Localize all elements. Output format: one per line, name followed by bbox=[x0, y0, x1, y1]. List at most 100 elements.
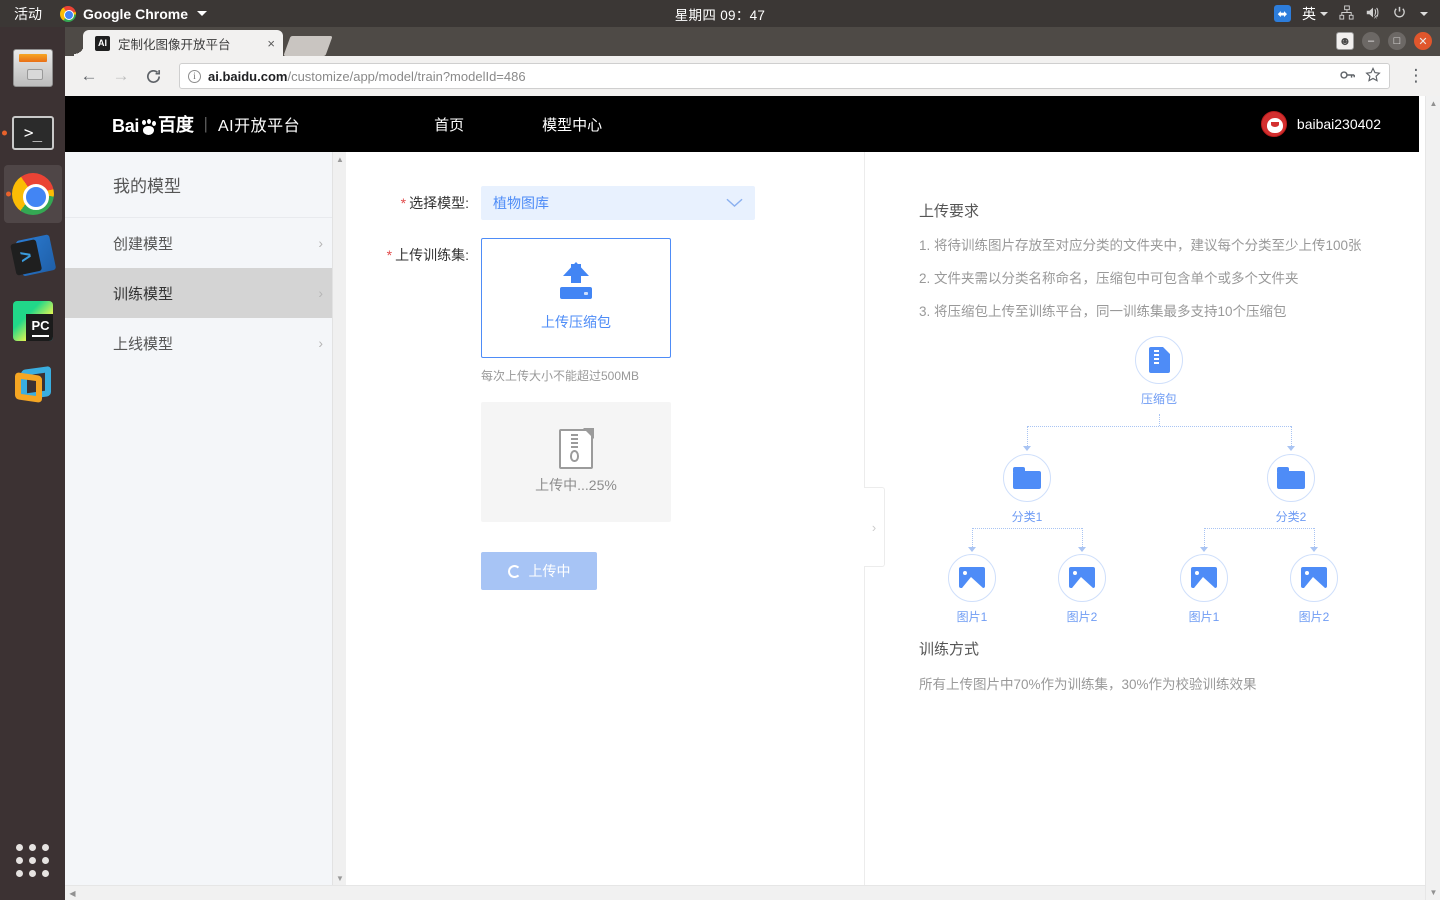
close-window-button[interactable]: ✕ bbox=[1414, 32, 1432, 50]
dock-item-vscode[interactable]: > bbox=[0, 223, 65, 288]
tree-node-label: 压缩包 bbox=[1140, 391, 1177, 406]
upload-size-hint: 每次上传大小不能超过500MB bbox=[481, 369, 640, 383]
uploading-file-card[interactable]: 上传中...25% bbox=[481, 402, 671, 522]
training-method-heading: 训练方式 bbox=[919, 640, 980, 658]
zip-file-icon bbox=[1148, 346, 1170, 373]
scroll-up-arrow-icon[interactable]: ▲ bbox=[333, 152, 347, 166]
grid-apps-icon bbox=[16, 843, 49, 877]
required-marker: * bbox=[400, 195, 407, 211]
page-horizontal-scrollbar[interactable]: ◀ bbox=[65, 885, 1425, 900]
requirement-item: 2. 文件夹需以分类名称命名，压缩包中可包含单个或多个文件夹 bbox=[919, 270, 1299, 286]
user-menu[interactable]: baibai230402 bbox=[1260, 111, 1381, 137]
upload-zip-label: 上传压缩包 bbox=[541, 314, 611, 330]
node-circle bbox=[1180, 553, 1228, 602]
power-icon[interactable] bbox=[1392, 5, 1407, 23]
zip-structure-diagram: 压缩包 分类1 分类2 图片1 图片2 图片1 图片2 bbox=[948, 335, 1359, 624]
requirement-item: 3. 将压缩包上传至训练平台，同一训练集最多支持10个压缩包 bbox=[919, 303, 1287, 319]
sidebar-item-label: 上线模型 bbox=[113, 335, 174, 353]
tree-node-label: 图片2 bbox=[1066, 609, 1098, 624]
tab-strip: AI 定制化图像开放平台 × ☻ – □ ✕ bbox=[65, 27, 1440, 56]
tree-node-label: 分类2 bbox=[1275, 509, 1307, 524]
dock-item-virtualbox[interactable] bbox=[0, 353, 65, 418]
folder-icon bbox=[1013, 466, 1041, 489]
bookmark-star-icon[interactable] bbox=[1365, 66, 1381, 86]
browser-tab[interactable]: AI 定制化图像开放平台 × bbox=[74, 30, 283, 56]
chrome-icon bbox=[11, 173, 54, 215]
dock-item-files[interactable] bbox=[0, 35, 65, 100]
node-circle bbox=[1003, 453, 1051, 502]
arrow-icon bbox=[1023, 445, 1031, 451]
sidebar-item-deploy-model[interactable]: 上线模型 › bbox=[65, 318, 345, 368]
forward-button[interactable]: → bbox=[107, 62, 135, 90]
tree-node-folder: 分类2 bbox=[1259, 453, 1323, 525]
profile-avatar-icon[interactable]: ☻ bbox=[1336, 32, 1354, 50]
sidebar-item-label: 训练模型 bbox=[113, 285, 174, 303]
reload-button[interactable] bbox=[139, 62, 167, 90]
upload-area: 上传压缩包 每次上传大小不能超过500MB 上传中...25% 上传中 bbox=[481, 238, 671, 590]
nav-item-home[interactable]: 首页 bbox=[420, 114, 478, 135]
upload-trainset-label: * 上传训练集: bbox=[386, 247, 469, 263]
panel-collapse-toggle[interactable]: › bbox=[864, 487, 885, 567]
volume-muted-icon[interactable]: x bbox=[1365, 5, 1381, 23]
arrow-icon bbox=[1078, 546, 1086, 552]
connector bbox=[1027, 425, 1291, 427]
nav-item-model-center[interactable]: 模型中心 bbox=[528, 114, 616, 135]
address-bar[interactable]: i ai.baidu.com/customize/app/model/train… bbox=[179, 63, 1390, 89]
tree-node-image: 图片1 bbox=[1172, 553, 1236, 625]
chevron-down-icon bbox=[726, 196, 743, 211]
dock-item-chrome[interactable] bbox=[3, 165, 62, 223]
chrome-menu-icon[interactable]: ⋮ bbox=[1402, 62, 1430, 90]
sidebar-item-train-model[interactable]: 训练模型 › bbox=[65, 268, 345, 318]
dock-item-pycharm[interactable]: PC bbox=[0, 288, 65, 353]
site-logo[interactable]: Bai 百度 | AI开放平台 bbox=[112, 111, 300, 137]
site-info-icon[interactable]: i bbox=[188, 69, 201, 83]
arrow-icon bbox=[1310, 546, 1318, 552]
vscode-icon: > bbox=[9, 232, 56, 279]
pycharm-icon: PC bbox=[12, 300, 53, 341]
scroll-down-arrow-icon[interactable]: ▼ bbox=[333, 871, 347, 885]
scroll-up-arrow-icon[interactable]: ▲ bbox=[1426, 96, 1440, 111]
logo-separator: | bbox=[203, 114, 208, 133]
tree-node-folder: 分类1 bbox=[995, 453, 1059, 525]
dock-item-terminal[interactable]: >_ bbox=[0, 100, 65, 165]
upload-submit-button[interactable]: 上传中 bbox=[481, 552, 597, 590]
platform-name: AI开放平台 bbox=[217, 118, 301, 135]
connector bbox=[972, 527, 973, 547]
sidebar-item-create-model[interactable]: 创建模型 › bbox=[65, 218, 345, 268]
web-page: Bai 百度 | AI开放平台 首页 模型中心 baibai230402 我的模… bbox=[65, 96, 1419, 885]
network-icon[interactable] bbox=[1339, 4, 1354, 23]
url-path: /customize/app/model/train?modelId=486 bbox=[287, 68, 526, 84]
tab-favicon: AI bbox=[95, 35, 110, 51]
sidebar-scrollbar[interactable]: ▲ ▼ bbox=[332, 152, 346, 885]
train-form: * 选择模型: 植物图库 * 上传训练集: 上传压缩包 每次上传大小不能超过50… bbox=[346, 152, 885, 885]
new-tab-button[interactable] bbox=[283, 36, 333, 56]
back-button[interactable]: ← bbox=[75, 62, 103, 90]
tree-node-image: 图片2 bbox=[1050, 553, 1114, 625]
model-select[interactable]: 植物图库 bbox=[481, 186, 755, 220]
scroll-left-arrow-icon[interactable]: ◀ bbox=[65, 886, 80, 900]
connector bbox=[1204, 527, 1205, 547]
upload-icon bbox=[556, 262, 596, 302]
scroll-down-arrow-icon[interactable]: ▼ bbox=[1426, 885, 1440, 900]
clock[interactable]: 星期四 09：47 bbox=[0, 4, 1440, 24]
upload-zip-dropzone[interactable]: 上传压缩包 bbox=[481, 238, 671, 358]
page-vertical-scrollbar[interactable]: ▲ ▼ bbox=[1425, 96, 1440, 900]
image-icon bbox=[1191, 567, 1217, 589]
connector bbox=[1314, 527, 1315, 547]
url-host: ai.baidu.com bbox=[208, 68, 288, 84]
close-icon[interactable]: × bbox=[267, 36, 277, 51]
loading-spinner-icon bbox=[507, 564, 521, 578]
zip-file-icon bbox=[559, 428, 594, 469]
window-controls: ☻ – □ ✕ bbox=[1336, 32, 1432, 50]
maximize-button[interactable]: □ bbox=[1388, 32, 1406, 50]
chevron-right-icon: › bbox=[871, 519, 877, 535]
arrow-icon bbox=[968, 546, 976, 552]
requirement-item: 1. 将待训练图片存放至对应分类的文件夹中，建议每个分类至少上传100张 bbox=[919, 238, 1362, 253]
sidebar-title: 我的模型 bbox=[65, 152, 345, 218]
tree-node-zip: 压缩包 bbox=[1127, 335, 1191, 407]
password-key-icon[interactable] bbox=[1340, 68, 1356, 85]
show-applications-button[interactable] bbox=[0, 830, 65, 890]
requirements-heading: 上传要求 bbox=[919, 203, 980, 220]
training-method-text: 所有上传图片中70%作为训练集，30%作为校验训练效果 bbox=[919, 676, 1257, 692]
minimize-button[interactable]: – bbox=[1362, 32, 1380, 50]
